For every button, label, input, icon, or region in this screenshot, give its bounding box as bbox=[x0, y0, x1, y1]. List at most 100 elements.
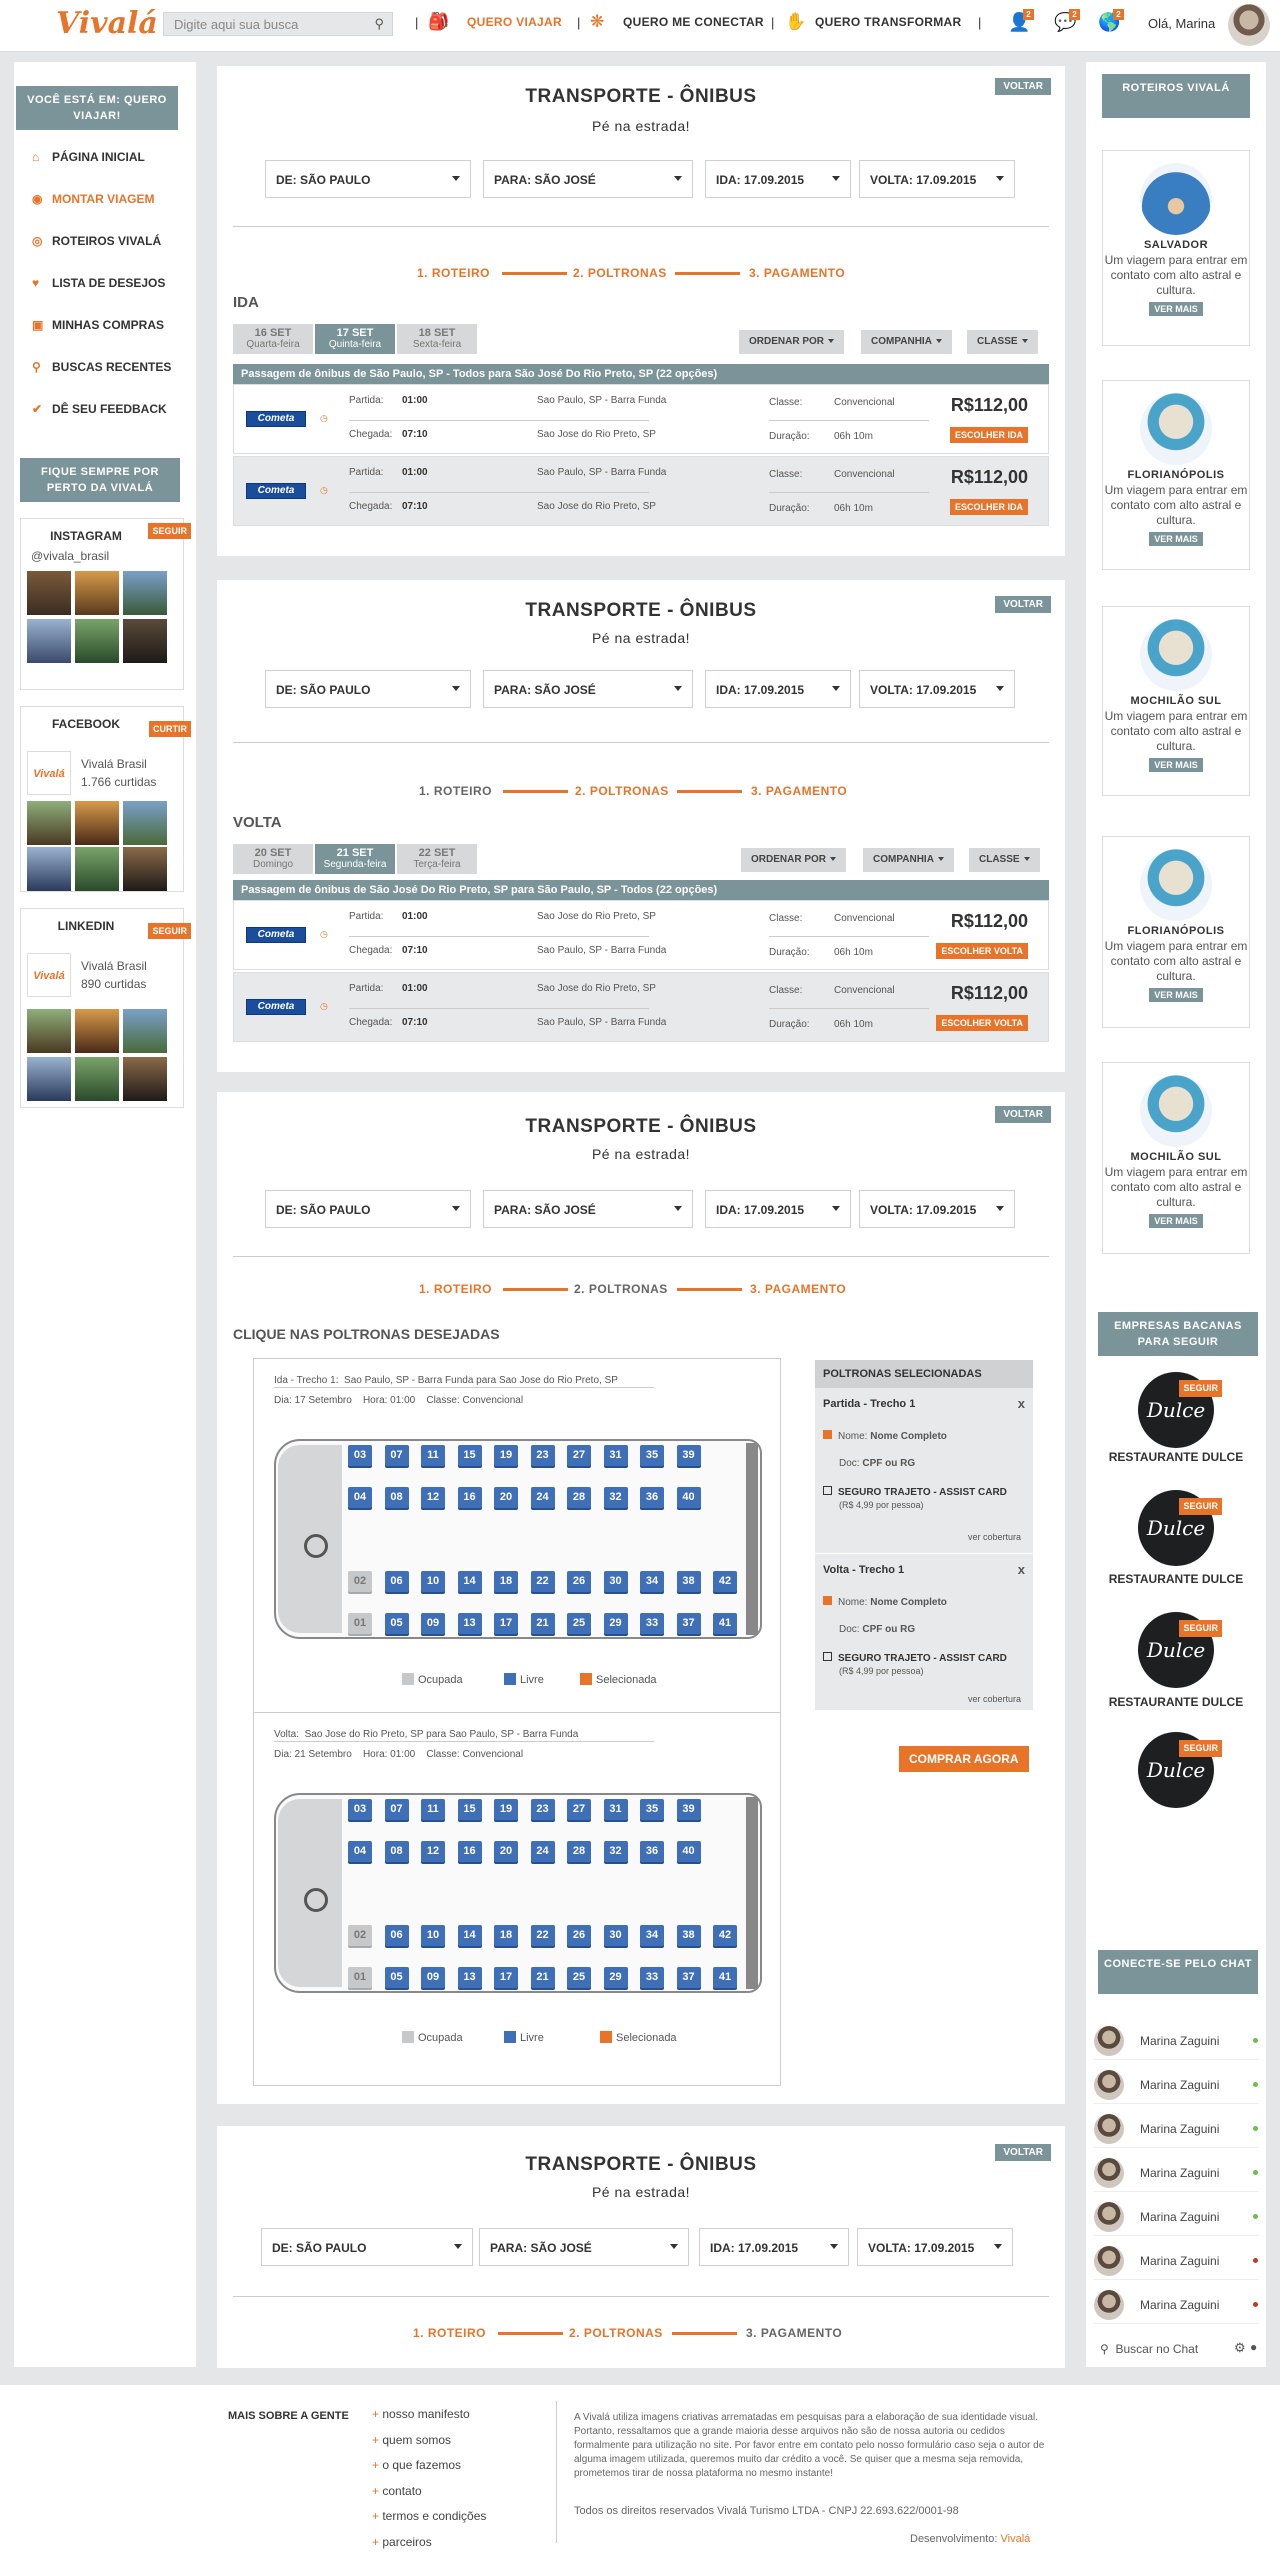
seat-08[interactable]: 08 bbox=[384, 1841, 409, 1862]
roteiro-card[interactable]: SALVADOR Um viagem para entrar em contat… bbox=[1102, 150, 1250, 346]
seat-08[interactable]: 08 bbox=[384, 1487, 409, 1508]
linkedin-follow-button[interactable]: SEGUIR bbox=[148, 923, 191, 939]
seat-37[interactable]: 37 bbox=[676, 1967, 701, 1988]
photo[interactable] bbox=[75, 619, 119, 663]
seat-23[interactable]: 23 bbox=[530, 1799, 555, 1820]
greeting[interactable]: Olá, Marina bbox=[1148, 16, 1215, 31]
date-tab-active[interactable]: 21 SET Segunda-feira bbox=[315, 844, 395, 874]
insurance-checkbox[interactable]: SEGURO TRAJETO - ASSIST CARD bbox=[823, 1486, 1007, 1498]
seat-40[interactable]: 40 bbox=[676, 1841, 701, 1862]
photo[interactable] bbox=[27, 1009, 71, 1053]
instagram-handle[interactable]: @vivala_brasil bbox=[31, 549, 109, 563]
seat-15[interactable]: 15 bbox=[457, 1799, 482, 1820]
seat-31[interactable]: 31 bbox=[603, 1445, 628, 1466]
ida-date-select[interactable]: IDA: 17.09.2015 bbox=[699, 2228, 849, 2266]
empresa-name[interactable]: RESTAURANTE DULCE bbox=[1086, 1450, 1266, 1464]
menu-pagina-inicial[interactable]: ⌂ PÁGINA INICIAL bbox=[32, 150, 145, 164]
step-roteiro[interactable]: 1. ROTEIRO bbox=[417, 266, 490, 280]
dulce-logo[interactable]: Dulce SEGUIR bbox=[1138, 1612, 1222, 1688]
buy-now-button[interactable]: COMPRAR AGORA bbox=[899, 1746, 1029, 1772]
date-tab[interactable]: 22 SET Terça-feira bbox=[397, 844, 477, 874]
seat-04[interactable]: 04 bbox=[348, 1487, 372, 1508]
photo[interactable] bbox=[123, 1009, 167, 1053]
seat-21[interactable]: 21 bbox=[530, 1967, 555, 1988]
seat-27[interactable]: 27 bbox=[567, 1799, 591, 1820]
seat-33[interactable]: 33 bbox=[640, 1613, 664, 1634]
seat-18[interactable]: 18 bbox=[494, 1571, 518, 1592]
follow-button[interactable]: SEGUIR bbox=[1179, 1740, 1222, 1757]
seat-38[interactable]: 38 bbox=[676, 1571, 701, 1592]
step-pagamento[interactable]: 3. PAGAMENTO bbox=[746, 2326, 842, 2340]
seat-19[interactable]: 19 bbox=[494, 1445, 518, 1466]
to-select[interactable]: PARA: SÃO JOSÉ bbox=[479, 2228, 689, 2266]
photo[interactable] bbox=[123, 571, 167, 615]
seat-11[interactable]: 11 bbox=[421, 1799, 445, 1820]
passenger-doc[interactable]: Doc: CPF ou RG bbox=[839, 1458, 915, 1469]
seat-15[interactable]: 15 bbox=[457, 1445, 482, 1466]
seat-12[interactable]: 12 bbox=[421, 1487, 445, 1508]
date-tab[interactable]: 20 SET Domingo bbox=[233, 844, 313, 874]
roteiro-card[interactable]: MOCHILÃO SUL Um viagem para entrar em co… bbox=[1102, 1062, 1250, 1254]
seat-23[interactable]: 23 bbox=[530, 1445, 555, 1466]
empresa-name[interactable]: RESTAURANTE DULCE bbox=[1086, 1695, 1266, 1709]
seat-09[interactable]: 09 bbox=[421, 1967, 445, 1988]
logo[interactable]: Vivalá bbox=[56, 6, 158, 41]
seat-25[interactable]: 25 bbox=[567, 1613, 591, 1634]
follow-button[interactable]: SEGUIR bbox=[1179, 1380, 1222, 1397]
instagram-follow-button[interactable]: SEGUIR bbox=[148, 523, 191, 539]
photo[interactable] bbox=[27, 801, 71, 845]
step-pagamento[interactable]: 3. PAGAMENTO bbox=[751, 784, 847, 798]
seat-20[interactable]: 20 bbox=[494, 1841, 518, 1862]
ida-date-select[interactable]: IDA: 17.09.2015 bbox=[705, 670, 851, 708]
to-select[interactable]: PARA: SÃO JOSÉ bbox=[483, 160, 693, 198]
choose-volta-button[interactable]: ESCOLHER VOLTA bbox=[936, 943, 1028, 959]
friends-icon[interactable]: 👤 2 bbox=[1008, 9, 1034, 32]
seat-34[interactable]: 34 bbox=[640, 1925, 664, 1946]
choose-volta-button[interactable]: ESCOLHER VOLTA bbox=[936, 1015, 1028, 1031]
follow-button[interactable]: SEGUIR bbox=[1179, 1620, 1222, 1637]
seat-28[interactable]: 28 bbox=[567, 1841, 591, 1862]
from-select[interactable]: DE: SÃO PAULO bbox=[261, 2228, 473, 2266]
seat-07[interactable]: 07 bbox=[384, 1799, 409, 1820]
see-more-button[interactable]: VER MAIS bbox=[1149, 758, 1203, 772]
seat-10[interactable]: 10 bbox=[421, 1571, 445, 1592]
company-filter[interactable]: COMPANHIA bbox=[861, 330, 952, 354]
see-more-button[interactable]: VER MAIS bbox=[1149, 302, 1203, 316]
trip-row[interactable]: Cometa ◷ Partida: 01:00 Sao Jose do Rio P… bbox=[233, 972, 1049, 1042]
seat-07[interactable]: 07 bbox=[384, 1445, 409, 1466]
seat-06[interactable]: 06 bbox=[384, 1571, 409, 1592]
close-icon[interactable]: x bbox=[1018, 1396, 1025, 1411]
seat-40[interactable]: 40 bbox=[676, 1487, 701, 1508]
photo[interactable] bbox=[123, 619, 167, 663]
menu-roteiros[interactable]: ◎ ROTEIROS VIVALÁ bbox=[32, 234, 161, 248]
seat-27[interactable]: 27 bbox=[567, 1445, 591, 1466]
nav-quero-transformar[interactable]: QUERO TRANSFORMAR bbox=[815, 15, 961, 29]
roteiro-card[interactable]: FLORIANÓPOLIS Um viagem para entrar em c… bbox=[1102, 380, 1250, 570]
seat-02[interactable]: 02 bbox=[348, 1925, 372, 1946]
company-filter[interactable]: COMPANHIA bbox=[863, 848, 954, 872]
chat-contact[interactable]: Marina Zaguini bbox=[1094, 2066, 1258, 2104]
seat-35[interactable]: 35 bbox=[640, 1799, 664, 1820]
seat-35[interactable]: 35 bbox=[640, 1445, 664, 1466]
empresa-name[interactable]: RESTAURANTE DULCE bbox=[1086, 1572, 1266, 1586]
seat-02[interactable]: 02 bbox=[348, 1571, 372, 1592]
seat-24[interactable]: 24 bbox=[530, 1841, 555, 1862]
photo[interactable] bbox=[75, 1009, 119, 1053]
dulce-logo[interactable]: Dulce SEGUIR bbox=[1138, 1372, 1222, 1448]
seat-30[interactable]: 30 bbox=[603, 1571, 628, 1592]
seat-41[interactable]: 41 bbox=[713, 1967, 737, 1988]
step-roteiro[interactable]: 1. ROTEIRO bbox=[419, 784, 492, 798]
menu-lista-desejos[interactable]: ♥ LISTA DE DESEJOS bbox=[32, 276, 165, 290]
menu-buscas-recentes[interactable]: ⚲ BUSCAS RECENTES bbox=[32, 360, 171, 374]
step-roteiro[interactable]: 1. ROTEIRO bbox=[419, 1282, 492, 1296]
seat-20[interactable]: 20 bbox=[494, 1487, 518, 1508]
photo[interactable] bbox=[75, 1057, 119, 1101]
seat-16[interactable]: 16 bbox=[457, 1841, 482, 1862]
seat-30[interactable]: 30 bbox=[603, 1925, 628, 1946]
ida-date-select[interactable]: IDA: 17.09.2015 bbox=[705, 160, 851, 198]
world-icon[interactable]: 🌎 2 bbox=[1098, 9, 1124, 32]
nav-quero-viajar[interactable]: QUERO VIAJAR bbox=[467, 15, 562, 29]
see-more-button[interactable]: VER MAIS bbox=[1149, 988, 1203, 1002]
photo[interactable] bbox=[75, 801, 119, 845]
photo[interactable] bbox=[27, 571, 71, 615]
